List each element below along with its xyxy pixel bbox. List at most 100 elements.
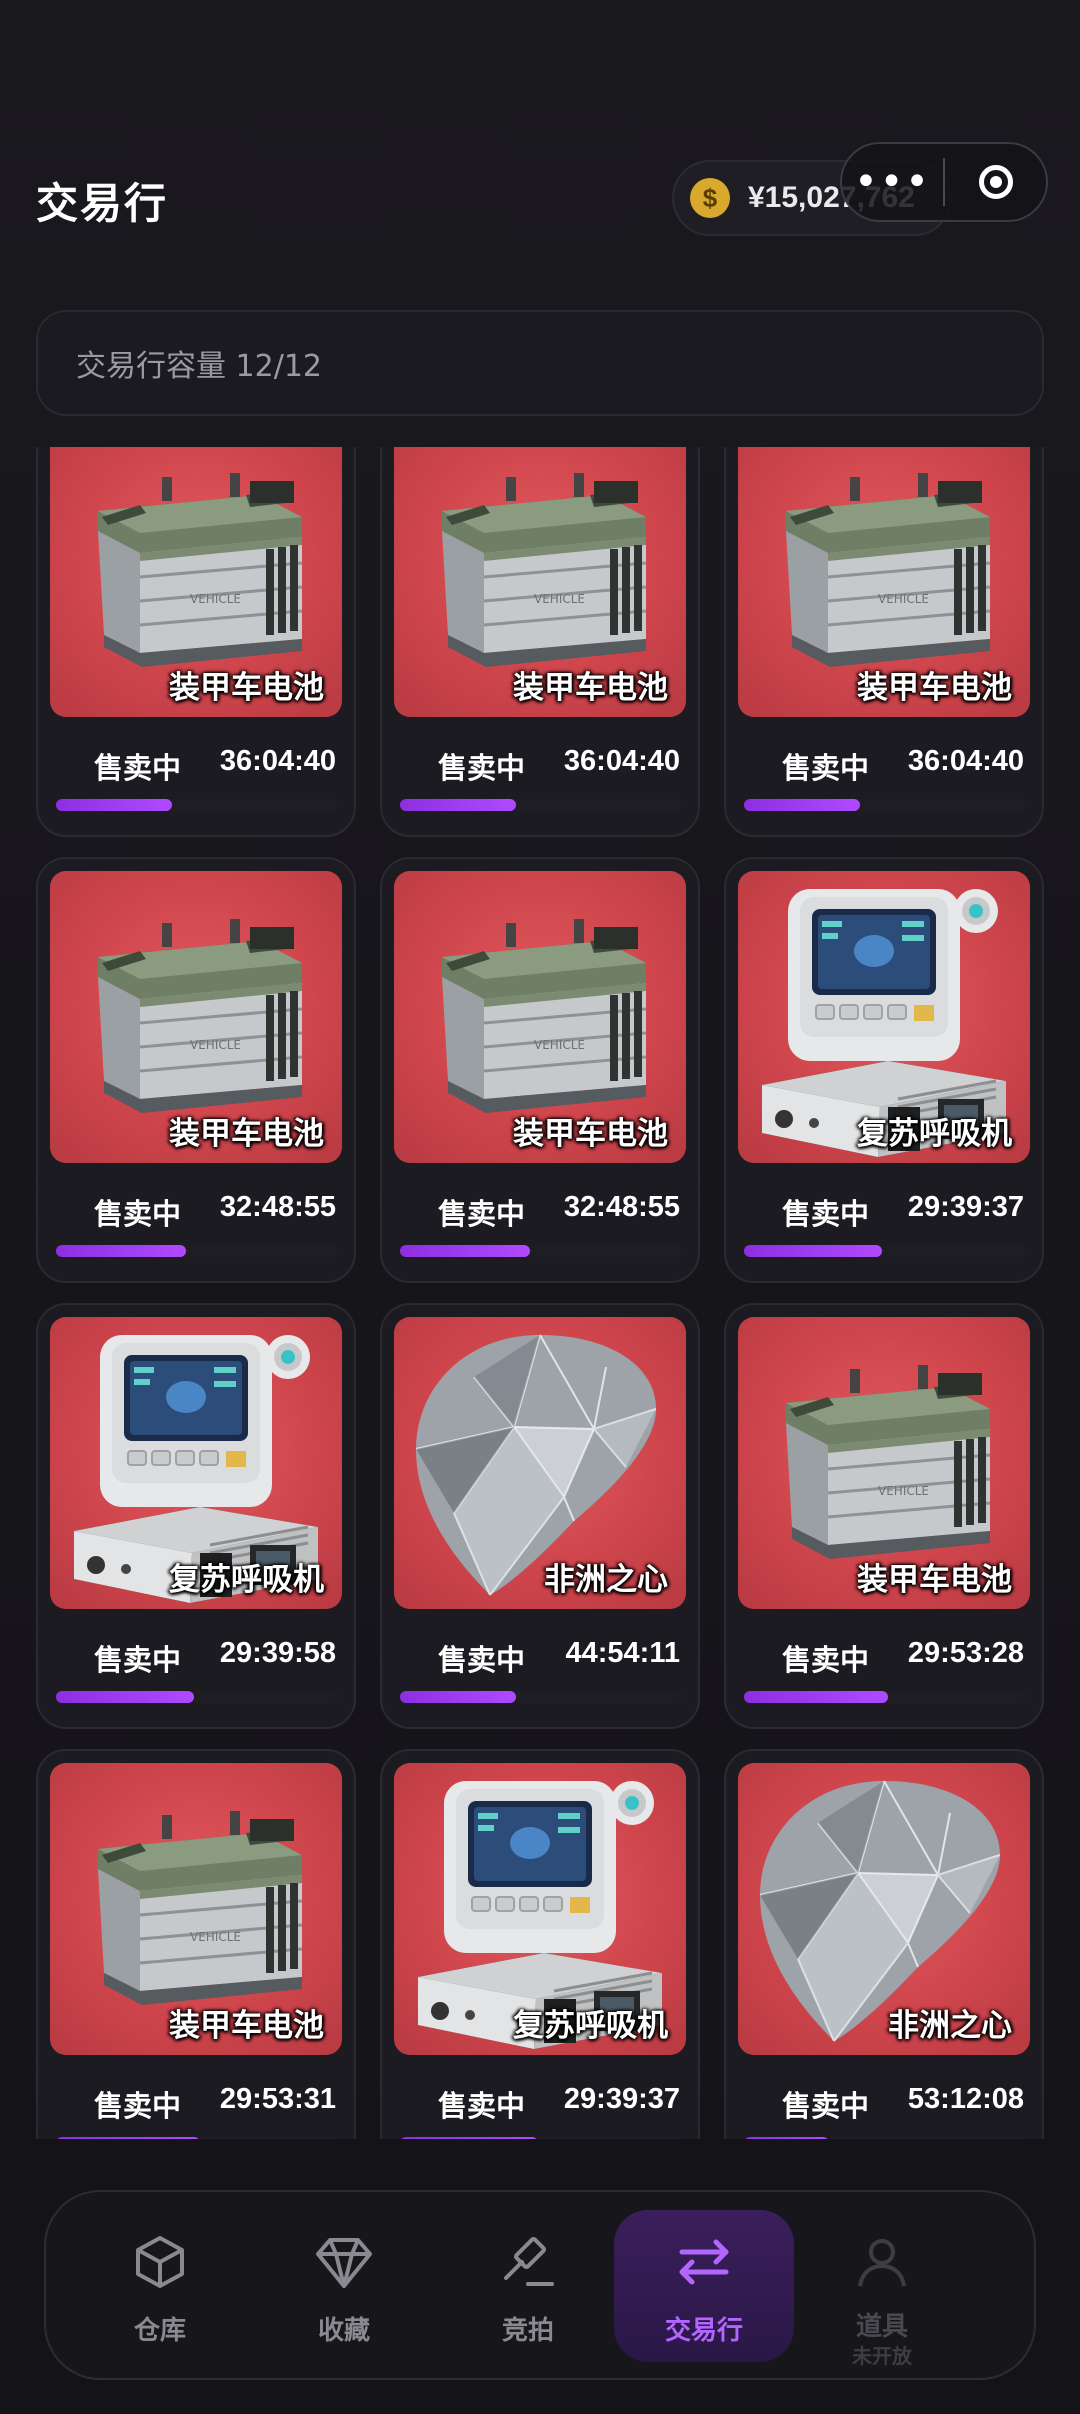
- listing-card[interactable]: VEHICLE 装甲车电池 售卖中 32:48:55: [36, 857, 356, 1283]
- tab-person: 道具 未开放: [792, 2210, 972, 2368]
- progress-track: [400, 2137, 682, 2139]
- progress-track: [400, 799, 682, 811]
- gavel-icon: [498, 2232, 558, 2292]
- progress-track: [744, 799, 1026, 811]
- item-name: 装甲车电池: [169, 670, 324, 706]
- progress-fill: [400, 1691, 516, 1703]
- listing-card[interactable]: 非洲之心 售卖中 53:12:08: [724, 1749, 1044, 2139]
- item-name: 装甲车电池: [513, 1116, 668, 1152]
- svg-text:VEHICLE: VEHICLE: [190, 1930, 241, 1944]
- listing-status: 售卖中: [782, 1643, 870, 1677]
- progress-track: [56, 1691, 338, 1703]
- progress-fill: [744, 2137, 829, 2139]
- target-icon[interactable]: [945, 165, 1046, 199]
- progress-fill: [400, 1245, 530, 1257]
- listing-card[interactable]: 非洲之心售卖中 44:54:11: [380, 1303, 700, 1729]
- countdown-timer: 29:39:37: [907, 1191, 1024, 1223]
- progress-fill: [56, 1245, 186, 1257]
- item-name: 装甲车电池: [857, 670, 1012, 706]
- svg-text:VEHICLE: VEHICLE: [878, 1484, 929, 1498]
- listing-grid-viewport[interactable]: VEHICLE 装甲车电池 售卖中 36:04:40 VEHICLE 装甲车电池…: [0, 447, 1080, 2139]
- item-image: 复苏呼吸机: [50, 1317, 342, 1609]
- item-name: 装甲车电池: [169, 1116, 324, 1152]
- progress-fill: [744, 1245, 882, 1257]
- item-image: VEHICLE 装甲车电池: [738, 447, 1030, 717]
- progress-track: [400, 1245, 682, 1257]
- listing-card[interactable]: VEHICLE 装甲车电池售卖中 36:04:40: [724, 447, 1044, 837]
- item-image: 非洲之心: [394, 1317, 686, 1609]
- person-icon: [852, 2232, 912, 2292]
- bottom-tab-bar: 仓库 收藏 竞拍 交易行 道具 未开放: [44, 2190, 1036, 2380]
- item-image: VEHICLE 装甲车电池: [50, 1763, 342, 2055]
- listing-status: 售卖中: [94, 1197, 182, 1231]
- progress-fill: [744, 799, 860, 811]
- item-name: 非洲之心: [888, 2008, 1012, 2044]
- listing-card[interactable]: 复苏呼吸机售卖中 29:39:58: [36, 1303, 356, 1729]
- listing-status: 售卖中: [438, 1643, 526, 1677]
- tab-swap-arrows[interactable]: 交易行: [614, 2210, 794, 2362]
- listing-status: 售卖中: [94, 751, 182, 785]
- progress-track: [744, 1245, 1026, 1257]
- item-image: VEHICLE 装甲车电池: [50, 447, 342, 717]
- tab-label: 交易行: [664, 2316, 743, 2346]
- item-name: 复苏呼吸机: [513, 2008, 668, 2044]
- progress-track: [56, 1245, 338, 1257]
- progress-fill: [56, 799, 172, 811]
- progress-fill: [744, 1691, 888, 1703]
- svg-text:VEHICLE: VEHICLE: [190, 592, 241, 606]
- svg-text:VEHICLE: VEHICLE: [534, 592, 585, 606]
- progress-track: [56, 799, 338, 811]
- item-image: VEHICLE 装甲车电池: [50, 871, 342, 1163]
- progress-fill: [56, 1691, 194, 1703]
- listing-card[interactable]: VEHICLE 装甲车电池售卖中 32:48:55: [380, 857, 700, 1283]
- tab-gavel[interactable]: 竞拍: [438, 2210, 618, 2362]
- svg-text:VEHICLE: VEHICLE: [534, 1038, 585, 1052]
- progress-track: [744, 1691, 1026, 1703]
- listing-card[interactable]: VEHICLE 装甲车电池售卖中 36:04:40: [380, 447, 700, 837]
- tab-sublabel: 未开放: [852, 2344, 912, 2368]
- listing-status: 售卖中: [94, 2089, 182, 2123]
- tab-label: 收藏: [317, 2316, 370, 2346]
- listing-status: 售卖中: [94, 1643, 182, 1677]
- progress-track: [744, 2137, 1026, 2139]
- capacity-bar: 交易行容量 12/12: [36, 310, 1044, 416]
- progress-track: [400, 1691, 682, 1703]
- tab-label: 道具: [855, 2312, 908, 2342]
- countdown-timer: 53:12:08: [907, 2083, 1024, 2115]
- listing-card[interactable]: 复苏呼吸机售卖中 29:39:37: [380, 1749, 700, 2139]
- countdown-timer: 44:54:11: [565, 1637, 681, 1669]
- listing-card[interactable]: VEHICLE 装甲车电池售卖中 29:53:28: [724, 1303, 1044, 1729]
- box-icon: [130, 2232, 190, 2292]
- item-name: 复苏呼吸机: [857, 1116, 1012, 1152]
- listing-card[interactable]: VEHICLE 装甲车电池售卖中 36:04:40: [36, 447, 356, 837]
- item-name: 装甲车电池: [513, 670, 668, 706]
- mini-program-capsule: •••: [840, 142, 1048, 222]
- countdown-timer: 36:04:40: [907, 745, 1024, 777]
- listing-card[interactable]: VEHICLE 装甲车电池 售卖中 29:53:31: [36, 1749, 356, 2139]
- item-image: VEHICLE 装甲车电池: [394, 871, 686, 1163]
- countdown-timer: 29:39:58: [219, 1637, 336, 1669]
- tab-box[interactable]: 仓库: [70, 2210, 250, 2362]
- listing-status: 售卖中: [782, 1197, 870, 1231]
- tab-label: 竞拍: [501, 2316, 554, 2346]
- progress-fill: [400, 2137, 538, 2139]
- listing-status: 售卖中: [438, 1197, 526, 1231]
- listing-status: 售卖中: [438, 751, 526, 785]
- item-name: 装甲车电池: [169, 2008, 324, 2044]
- countdown-timer: 29:53:28: [907, 1637, 1024, 1669]
- countdown-timer: 36:04:40: [219, 745, 336, 777]
- item-image: 非洲之心: [738, 1763, 1030, 2055]
- coin-icon: $: [690, 178, 730, 218]
- countdown-timer: 36:04:40: [563, 745, 680, 777]
- countdown-timer: 29:39:37: [563, 2083, 680, 2115]
- listing-status: 售卖中: [782, 751, 870, 785]
- progress-fill: [400, 799, 516, 811]
- capacity-label: 交易行容量 12/12: [76, 349, 322, 384]
- item-image: VEHICLE 装甲车电池: [394, 447, 686, 717]
- listing-status: 售卖中: [438, 2089, 526, 2123]
- tab-diamond[interactable]: 收藏: [254, 2210, 434, 2362]
- ellipsis-icon[interactable]: •••: [842, 162, 943, 202]
- item-name: 装甲车电池: [857, 1562, 1012, 1598]
- countdown-timer: 32:48:55: [563, 1191, 680, 1223]
- listing-card[interactable]: 复苏呼吸机售卖中 29:39:37: [724, 857, 1044, 1283]
